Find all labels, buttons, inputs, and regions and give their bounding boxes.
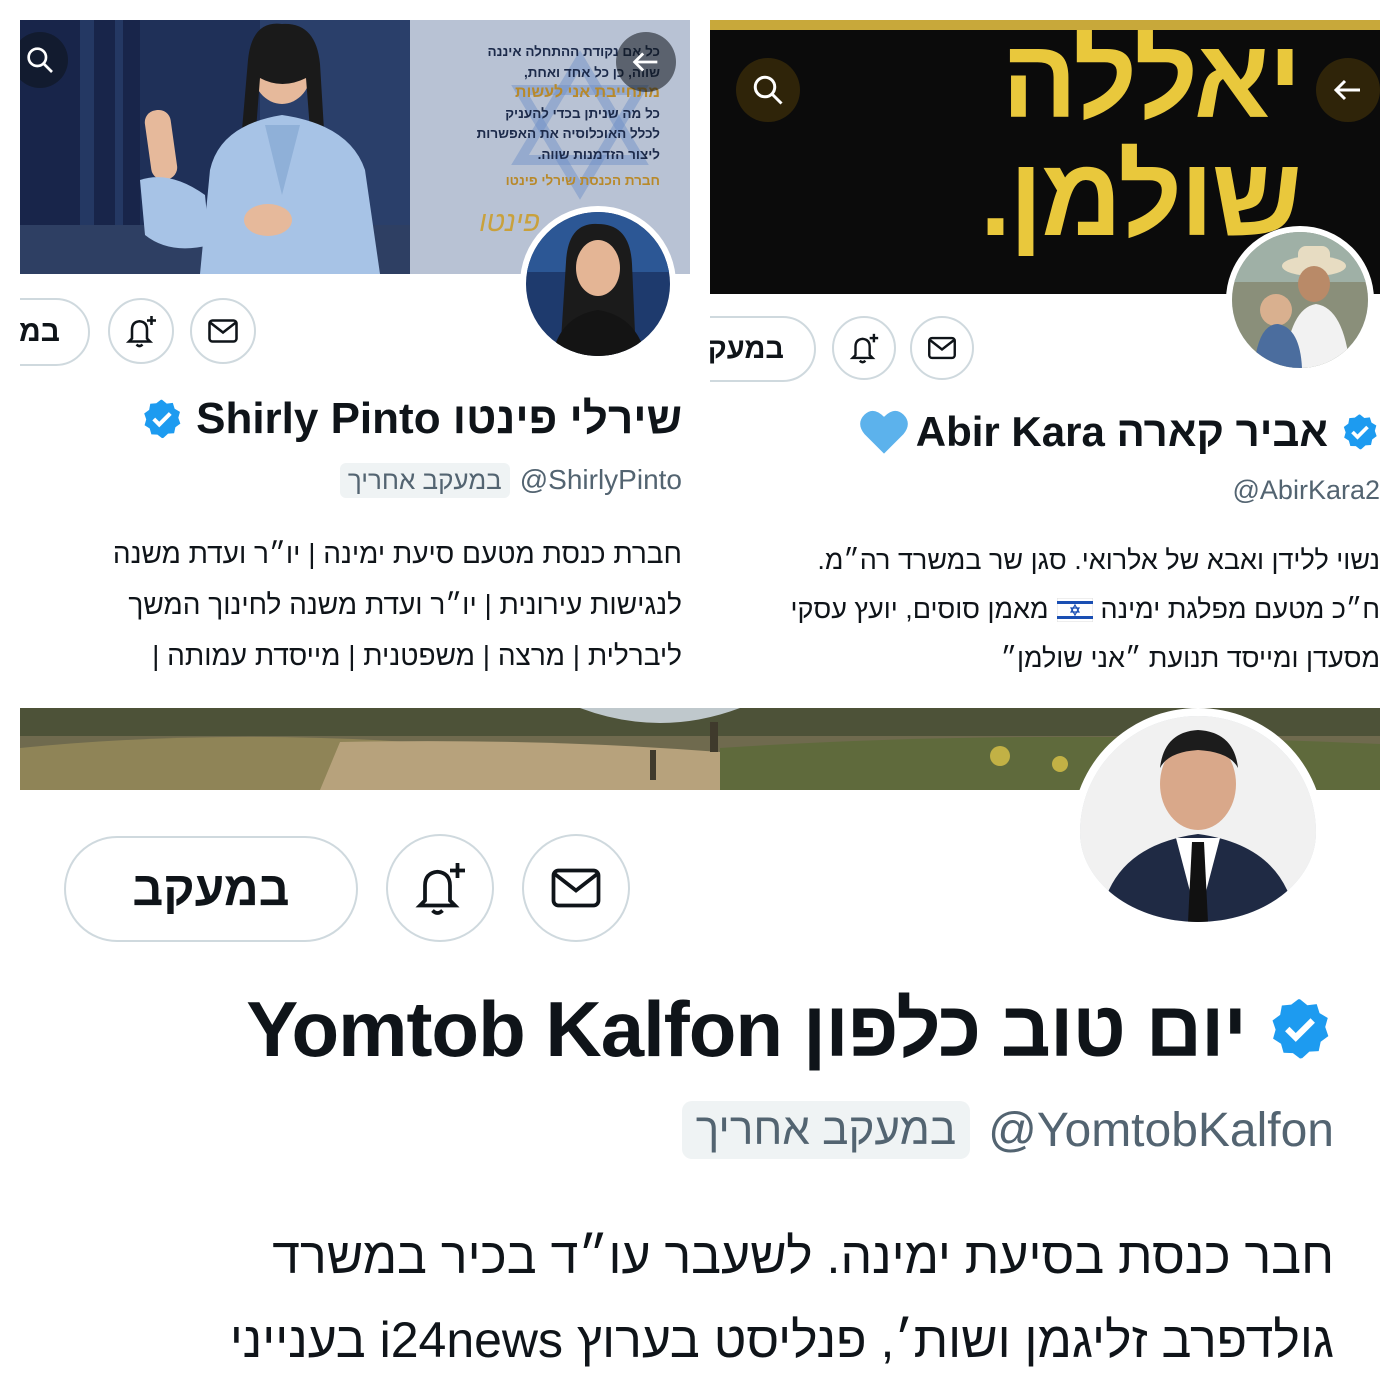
notifications-button[interactable] bbox=[832, 316, 896, 380]
bio-line: לנגישות עירונית | יו״ר ועדת משנה לחינוך … bbox=[128, 589, 682, 620]
search-icon bbox=[27, 47, 53, 73]
israel-flag-icon bbox=[1056, 597, 1093, 622]
banner-slogan-line: שולמן. bbox=[979, 134, 1302, 259]
search-button[interactable] bbox=[736, 58, 800, 122]
back-button[interactable] bbox=[1316, 58, 1380, 122]
follow-button[interactable]: במעקב bbox=[710, 316, 816, 382]
bio-line: ליברלית | מרצה | משפטנית | מייסדת עמותה … bbox=[152, 640, 682, 671]
profile-bio: חבר כנסת בסיעת ימינה. לשעבר עו״ד בכיר במ… bbox=[34, 1214, 1334, 1380]
bio-fragment: ח״כ מטעם מפלגת ימינה bbox=[1100, 594, 1380, 624]
bell-plus-icon bbox=[415, 863, 465, 915]
avatar[interactable] bbox=[1226, 226, 1374, 374]
profile-handle[interactable]: @YomtobKalfon bbox=[988, 1103, 1334, 1158]
blue-heart-icon bbox=[859, 410, 908, 454]
profile-name-row: יום טוב כלפון Yomtob Kalfon bbox=[246, 984, 1334, 1074]
verified-badge-icon bbox=[144, 399, 181, 439]
profile-handle[interactable]: @ShirlyPinto bbox=[520, 464, 682, 496]
search-icon bbox=[753, 75, 783, 105]
avatar-photo bbox=[526, 212, 670, 356]
bell-plus-icon bbox=[125, 316, 156, 348]
banner-signature: פינטו bbox=[479, 206, 540, 237]
verified-badge-icon bbox=[1343, 414, 1377, 450]
profile-handle-row: במעקב אחריך @ShirlyPinto bbox=[339, 460, 682, 500]
follows-you-badge: במעקב אחריך bbox=[339, 462, 510, 498]
bio-line: מסעדן ומייסד תנועת ״אני שולמן״ bbox=[1000, 643, 1380, 673]
profile-name: יום טוב כלפון Yomtob Kalfon bbox=[246, 984, 1247, 1073]
banner-slogan-line: יאללה bbox=[1001, 20, 1302, 141]
profile-handle-row: במעקב אחריך @YomtobKalfon bbox=[681, 1098, 1334, 1162]
avatar-photo bbox=[1080, 716, 1316, 922]
arrow-left-icon bbox=[1333, 79, 1360, 101]
bio-line: ח״כ מטעם מפלגת ימינה מאמן סוסים, יועץ עס… bbox=[710, 585, 1380, 634]
profile-card-yomtob-kalfon: במעקב יום טוב כלפון Yomtob Kalfon במעקב … bbox=[20, 708, 1380, 1380]
bio-fragment: מאמן סוסים, יועץ עסקי bbox=[790, 594, 1049, 624]
banner-quote-line: חברת הכנסת שירלי פינטו bbox=[505, 173, 660, 188]
profile-name: שירלי פינטו Shirly Pinto bbox=[196, 394, 682, 443]
profile-bio: חברת כנסת מטעם סיעת ימינה | יו״ר ועדת מש… bbox=[20, 528, 682, 680]
profile-handle[interactable]: @AbirKara2 bbox=[1233, 475, 1380, 506]
envelope-icon bbox=[928, 336, 956, 360]
profile-handle-row: @AbirKara2 bbox=[1233, 470, 1380, 510]
message-button[interactable] bbox=[190, 298, 256, 364]
notifications-button[interactable] bbox=[108, 298, 174, 364]
banner-quote-line: ליצור הזדמנות שווה. bbox=[537, 146, 660, 162]
avatar-photo bbox=[1232, 232, 1368, 368]
bio-line: נשוי ללידן ואבא של אלרואי. סגן שר במשרד … bbox=[817, 545, 1380, 575]
bio-line: חברת כנסת מטעם סיעת ימינה | יו״ר ועדת מש… bbox=[112, 538, 682, 569]
bio-line: חבר כנסת בסיעת ימינה. לשעבר עו״ד בכיר במ… bbox=[272, 1228, 1334, 1284]
verified-badge-icon bbox=[1272, 999, 1329, 1059]
profile-name-row: אביר קארה Abir Kara bbox=[858, 404, 1380, 460]
back-button[interactable] bbox=[616, 32, 676, 92]
notifications-button[interactable] bbox=[386, 834, 494, 942]
message-button[interactable] bbox=[522, 834, 630, 942]
bell-plus-icon bbox=[849, 333, 879, 364]
follow-button[interactable]: במעקב bbox=[20, 298, 90, 366]
profile-name-row: שירלי פינטו Shirly Pinto bbox=[140, 392, 682, 446]
avatar[interactable] bbox=[520, 206, 676, 362]
profile-bio: נשוי ללידן ואבא של אלרואי. סגן שר במשרד … bbox=[710, 536, 1380, 680]
follow-button-label: במעקב bbox=[710, 332, 784, 365]
follow-button-label: במעקב bbox=[132, 862, 290, 916]
envelope-icon bbox=[551, 868, 601, 908]
follow-button-label: במעקב bbox=[20, 315, 60, 348]
banner-quote-line: כל מה שניתן בכדי להעניק bbox=[505, 105, 660, 121]
profile-card-shirly-pinto: כל אם נקודת ההתחלה איננה שווה, כן כל אחד… bbox=[20, 20, 690, 680]
follow-button[interactable]: במעקב bbox=[64, 836, 358, 942]
bio-line: גולדפרב זליגמן ושות׳, פנליסט בערוץ i24ne… bbox=[229, 1312, 1334, 1368]
arrow-left-icon bbox=[632, 52, 658, 72]
follows-you-badge: במעקב אחריך bbox=[681, 1101, 971, 1159]
message-button[interactable] bbox=[910, 316, 974, 380]
envelope-icon bbox=[208, 319, 238, 343]
profile-name: אביר קארה Abir Kara bbox=[915, 408, 1328, 455]
profile-card-abir-kara: יאללה שולמן. במעקב אביר קארה Abir Kara bbox=[710, 20, 1380, 680]
banner-quote-line: לכלל האוכלוסיה את האפשרות bbox=[476, 126, 660, 141]
banner-slogan: יאללה שולמן. bbox=[979, 20, 1302, 259]
